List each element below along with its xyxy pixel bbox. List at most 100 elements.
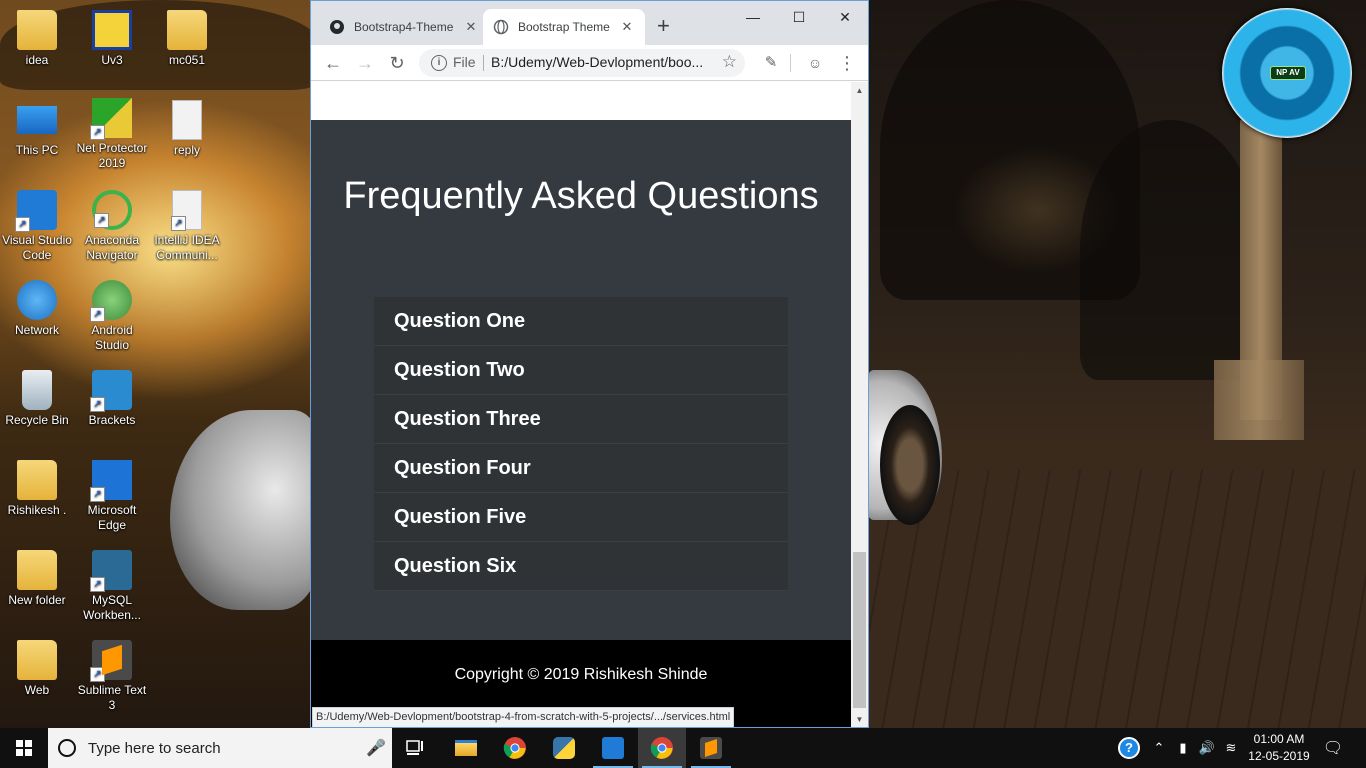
desktop-icon-rishikesh[interactable]: Rishikesh . <box>0 456 74 518</box>
scroll-down-arrow[interactable]: ▼ <box>851 711 868 727</box>
desktop-icon-brackets[interactable]: Brackets <box>75 370 149 428</box>
forward-button[interactable]: → <box>353 51 377 75</box>
desktop-icon-uv3[interactable]: Uv3 <box>75 10 149 68</box>
chrome-taskbar[interactable] <box>491 728 539 768</box>
faq-question-four[interactable]: Question Four <box>374 444 788 493</box>
browser-toolbar: ← → ↻ i File B:/Udemy/Web-Devlopment/boo… <box>311 45 868 81</box>
taskbar-search[interactable]: Type here to search 🎤 <box>48 728 392 768</box>
faq-question-three[interactable]: Question Three <box>374 395 788 444</box>
notification-icon[interactable]: 🗨 <box>1318 728 1348 768</box>
faq-question-six[interactable]: Question Six <box>374 542 788 591</box>
edge-icon <box>90 460 132 502</box>
desktop-icon-net-protector[interactable]: Net Protector 2019 <box>75 98 149 171</box>
browser-titlebar: Bootstrap4-Theme ✕ Bootstrap Theme ✕ + —… <box>311 1 868 45</box>
info-icon[interactable]: i <box>431 55 447 71</box>
system-clock[interactable]: 01:00 AM 12-05-2019 <box>1244 731 1314 765</box>
faq-question-two[interactable]: Question Two <box>374 346 788 395</box>
close-window-button[interactable]: ✕ <box>822 5 868 29</box>
vscode-taskbar[interactable] <box>589 728 637 768</box>
desktop-icon-network[interactable]: Network <box>0 280 74 338</box>
clock-date: 12-05-2019 <box>1248 749 1310 763</box>
page-scrollbar[interactable]: ▲ ▼ <box>851 82 868 727</box>
folder-icon <box>17 6 57 50</box>
minimize-button[interactable]: — <box>730 5 776 29</box>
desktop-icon-label: Anaconda Navigator <box>84 233 140 262</box>
link-status-bubble: B:/Udemy/Web-Devlopment/bootstrap-4-from… <box>312 707 735 727</box>
battery-icon[interactable]: ▮ <box>1172 728 1194 768</box>
desktop-icon-edge[interactable]: Microsoft Edge <box>75 460 149 533</box>
desktop-icon-label: Net Protector 2019 <box>76 141 148 170</box>
desktop-icon-label: mc051 <box>168 53 206 67</box>
folder-icon <box>17 636 57 680</box>
desktop-icon-reply[interactable]: reply <box>150 100 224 158</box>
chevron-up-icon[interactable]: ⌃ <box>1150 728 1168 768</box>
desktop-icon-web[interactable]: Web <box>0 636 74 698</box>
reload-button[interactable]: ↻ <box>385 51 409 75</box>
desktop-icon-anaconda[interactable]: Anaconda Navigator <box>75 190 149 263</box>
taskbar: Type here to search 🎤 ? ⌃ ▮ 🔊 ≋ 01:00 AM… <box>0 728 1366 768</box>
menu-kebab-icon[interactable]: ⋮ <box>835 51 859 75</box>
faq-question-one[interactable]: Question One <box>374 297 788 346</box>
recycle-bin-icon <box>22 370 52 410</box>
user-folder-icon <box>17 456 57 500</box>
desktop-icon-label: MySQL Workben... <box>83 593 141 622</box>
file-explorer-taskbar[interactable] <box>442 728 490 768</box>
desktop-icon-idea[interactable]: idea <box>0 6 74 68</box>
volume-icon[interactable]: 🔊 <box>1196 728 1218 768</box>
wallpaper-car <box>170 410 320 610</box>
sublime-taskbar[interactable] <box>687 728 735 768</box>
desktop-icon-sublime[interactable]: Sublime Text 3 <box>75 640 149 713</box>
address-bar[interactable]: i File B:/Udemy/Web-Devlopment/boo... ☆ <box>419 49 745 77</box>
desktop-icon-label: IntelliJ IDEA Communi... <box>154 233 220 262</box>
folder-icon <box>17 546 57 590</box>
wallpaper-driveway <box>868 470 1366 728</box>
wallpaper-column-base <box>1214 360 1304 440</box>
extension-icon[interactable]: ✎ <box>759 51 783 75</box>
scroll-thumb[interactable] <box>853 552 866 708</box>
desktop-icon-android-studio[interactable]: Android Studio <box>75 280 149 353</box>
chrome-active-taskbar[interactable] <box>638 728 686 768</box>
tab-bootstrap4-theme[interactable]: Bootstrap4-Theme ✕ <box>319 9 489 45</box>
bookmark-star-icon[interactable]: ☆ <box>722 52 737 72</box>
network-icon <box>17 280 57 320</box>
microphone-icon[interactable]: 🎤 <box>366 738 386 758</box>
desktop-icon-label: Brackets <box>88 413 136 427</box>
desktop-icon-mc051[interactable]: mc051 <box>150 6 224 68</box>
github-icon <box>329 19 345 35</box>
desktop-icon-label: New folder <box>8 593 66 607</box>
chrome-icon <box>650 737 673 759</box>
python-taskbar[interactable] <box>540 728 588 768</box>
back-button[interactable]: ← <box>321 51 345 75</box>
tab-bootstrap-theme[interactable]: Bootstrap Theme ✕ <box>483 9 645 45</box>
help-icon[interactable]: ? <box>1116 728 1142 768</box>
desktop-icon-new-folder[interactable]: New folder <box>0 546 74 608</box>
address-divider <box>483 55 484 71</box>
tab-title: Bootstrap Theme <box>518 20 610 34</box>
close-tab-icon[interactable]: ✕ <box>463 19 479 35</box>
desktop-icon-intellij[interactable]: IntelliJ IDEA Communi... <box>150 190 224 263</box>
sublime-text-icon <box>90 640 132 682</box>
net-protector-icon <box>90 98 132 140</box>
palm-silhouette <box>1080 120 1260 380</box>
npav-widget[interactable]: NP AV <box>1222 8 1352 138</box>
faq-section: Frequently Asked Questions Question One … <box>311 120 851 640</box>
desktop-icon-mysql[interactable]: MySQL Workben... <box>75 550 149 623</box>
task-view-button[interactable] <box>392 728 440 768</box>
desktop-icon-label: Uv3 <box>101 53 123 67</box>
close-tab-icon[interactable]: ✕ <box>619 19 635 35</box>
maximize-button[interactable]: ☐ <box>776 5 822 29</box>
desktop-icon-this-pc[interactable]: This PC <box>0 100 74 158</box>
desktop-icon-label: Sublime Text 3 <box>77 683 147 712</box>
sublime-text-icon <box>700 737 722 759</box>
address-url[interactable]: B:/Udemy/Web-Devlopment/boo... <box>491 54 709 70</box>
profile-avatar[interactable]: ☺ <box>803 51 827 75</box>
uv3-icon <box>92 10 132 50</box>
scroll-up-arrow[interactable]: ▲ <box>851 82 868 99</box>
wifi-icon[interactable]: ≋ <box>1220 728 1242 768</box>
desktop-icon-recycle-bin[interactable]: Recycle Bin <box>0 370 74 428</box>
desktop-icon-vscode[interactable]: Visual Studio Code <box>0 190 74 263</box>
desktop-icon-label: Recycle Bin <box>5 413 69 427</box>
faq-question-five[interactable]: Question Five <box>374 493 788 542</box>
start-button[interactable] <box>0 728 48 768</box>
new-tab-button[interactable]: + <box>657 15 670 37</box>
